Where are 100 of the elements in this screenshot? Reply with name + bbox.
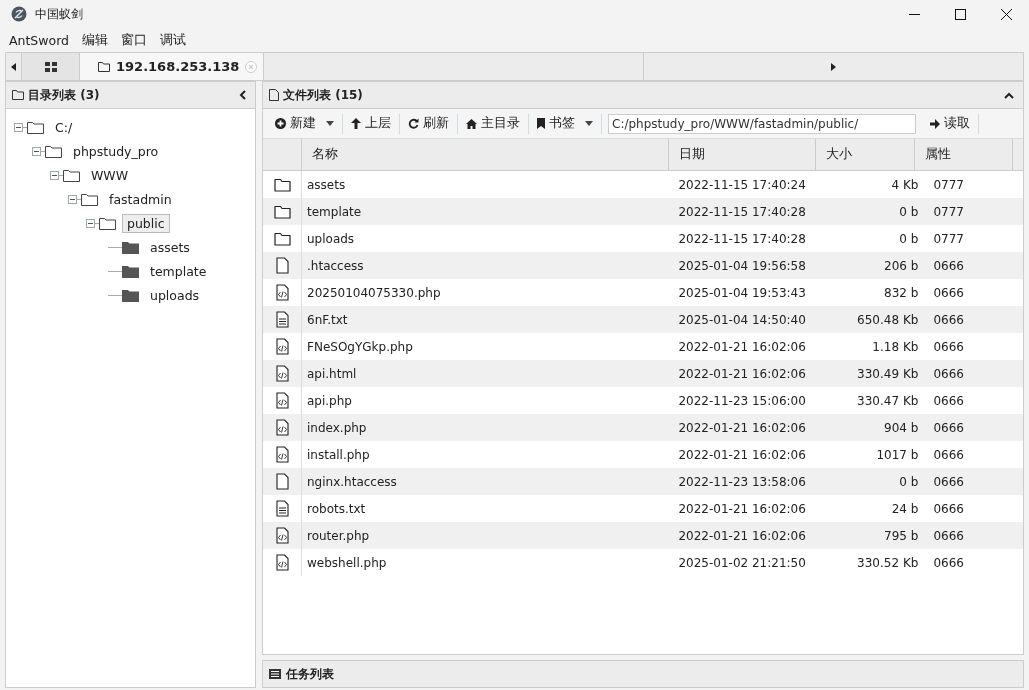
- plus-icon: [275, 118, 286, 129]
- date-cell-text: 2025-01-02 21:21:50: [677, 555, 807, 570]
- date-cell-text: 2022-01-21 16:02:06: [677, 501, 807, 516]
- collapse-toggle-icon[interactable]: [14, 122, 23, 132]
- arrow-up-icon: [351, 118, 361, 129]
- refresh-icon: [408, 118, 419, 129]
- folder-icon: [63, 168, 80, 182]
- menu-item[interactable]: 调试: [160, 31, 187, 49]
- tree-item[interactable]: WWW: [86, 165, 134, 185]
- toolbar-button[interactable]: 新建: [267, 115, 342, 132]
- date-cell-text: 2022-11-23 15:06:00: [677, 393, 807, 408]
- column-header[interactable]: 名称: [302, 139, 670, 170]
- collapse-left-icon[interactable]: [239, 90, 246, 100]
- date-cell-text: 2022-01-21 16:02:06: [677, 366, 807, 381]
- date-cell-text: 2025-01-04 19:56:58: [677, 258, 807, 273]
- home-icon: [466, 118, 477, 129]
- code-file-icon: [275, 419, 289, 436]
- file-name-cell[interactable]: FNeSOgYGkp.php: [302, 339, 675, 354]
- file-name-cell[interactable]: 20250104075330.php: [302, 285, 675, 300]
- file-name-cell[interactable]: index.php: [302, 420, 675, 435]
- file-name-cell[interactable]: template: [302, 204, 675, 219]
- tree-item[interactable]: uploads: [145, 285, 205, 305]
- tree-item[interactable]: fastadmin: [104, 189, 177, 209]
- folder-icon: [122, 240, 139, 254]
- text-file-icon: [275, 311, 289, 328]
- size-cell-text: 1.18 Kb: [871, 339, 920, 354]
- column-header[interactable]: 属性: [914, 139, 1013, 170]
- file-name-cell[interactable]: assets: [302, 177, 675, 192]
- date-cell-text: 2022-11-15 17:40:28: [677, 204, 807, 219]
- toolbar-button[interactable]: 上层: [343, 115, 399, 132]
- folder-icon: [273, 177, 291, 192]
- folder-icon: [122, 288, 139, 302]
- file-name-cell[interactable]: webshell.php: [302, 555, 675, 570]
- path-input-field[interactable]: C:/phpstudy_pro/WWW/fastadmin/public/: [608, 113, 916, 134]
- permission-cell-text: 0666: [932, 339, 965, 354]
- collapse-up-icon[interactable]: [1004, 91, 1014, 99]
- file-name-cell[interactable]: uploads: [302, 231, 675, 246]
- collapse-toggle-icon[interactable]: [86, 218, 95, 228]
- file-name-cell[interactable]: 6nF.txt: [302, 312, 675, 327]
- permission-cell-text: 0777: [932, 177, 965, 192]
- size-cell-text: 24 b: [890, 501, 920, 516]
- column-header[interactable]: 大小: [816, 139, 915, 170]
- column-header[interactable]: 日期: [669, 139, 817, 170]
- size-cell-text: 0 b: [898, 474, 920, 489]
- toolbar-button[interactable]: 刷新: [400, 115, 457, 132]
- size-cell-text: 330.52 Kb: [856, 555, 920, 570]
- toolbar-button[interactable]: 主目录: [458, 115, 528, 132]
- grid-icon: [44, 61, 57, 72]
- permission-cell-text: 0666: [932, 312, 965, 327]
- tree-item[interactable]: template: [145, 261, 212, 281]
- collapse-toggle-icon[interactable]: [32, 146, 41, 156]
- tree-item[interactable]: public: [122, 213, 170, 233]
- file-icon: [275, 473, 289, 490]
- caret-right-icon: [831, 62, 837, 71]
- code-file-icon: [275, 527, 289, 544]
- tree-item[interactable]: C:/: [50, 117, 78, 137]
- list-icon: [269, 669, 281, 679]
- size-cell-text: 904 b: [883, 420, 920, 435]
- bookmark-icon: [537, 118, 545, 129]
- size-cell-text: 206 b: [883, 258, 920, 273]
- tab[interactable]: [22, 53, 80, 80]
- menu-item[interactable]: AntSword: [9, 32, 70, 48]
- file-name-cell[interactable]: nginx.htaccess: [302, 474, 675, 489]
- size-cell-text: 650.48 Kb: [856, 312, 920, 327]
- date-cell-text: 2022-01-21 16:02:06: [677, 528, 807, 543]
- caret-left-icon: [11, 62, 16, 71]
- caret-icon[interactable]: [585, 121, 593, 126]
- file-name-cell[interactable]: robots.txt: [302, 501, 675, 516]
- read-button[interactable]: 读取: [922, 115, 978, 132]
- file-name-cell[interactable]: api.html: [302, 366, 675, 381]
- tree-item[interactable]: phpstudy_pro: [68, 141, 164, 161]
- date-cell-text: 2022-11-15 17:40:28: [677, 231, 807, 246]
- collapse-toggle-icon[interactable]: [50, 170, 59, 180]
- code-file-icon: [275, 392, 289, 409]
- file-name-cell[interactable]: router.php: [302, 528, 675, 543]
- folder-icon: [45, 144, 62, 158]
- file-name-cell[interactable]: api.php: [302, 393, 675, 408]
- tab[interactable]: 192.168.253.138: [80, 53, 265, 80]
- menu-item[interactable]: 窗口: [121, 31, 148, 49]
- panel-title: 目录列表 (3): [28, 86, 100, 104]
- size-cell-text: 795 b: [883, 528, 920, 543]
- permission-cell-text: 0666: [932, 366, 965, 381]
- permission-cell-text: 0666: [932, 501, 965, 516]
- date-cell-text: 2025-01-04 14:50:40: [677, 312, 807, 327]
- permission-cell-text: 0666: [932, 393, 965, 408]
- file-outline-icon: [269, 89, 279, 101]
- toolbar-button[interactable]: 书签: [529, 115, 601, 132]
- permission-cell-text: 0777: [932, 231, 965, 246]
- permission-cell-text: 0666: [932, 285, 965, 300]
- folder-icon: [273, 204, 291, 219]
- file-name-cell[interactable]: .htaccess: [302, 258, 675, 273]
- folder-outline-icon: [12, 90, 24, 100]
- menu-item[interactable]: 编辑: [82, 31, 109, 49]
- caret-icon[interactable]: [326, 121, 334, 126]
- folder-icon: [273, 231, 291, 246]
- tree-item[interactable]: assets: [145, 237, 195, 257]
- panel-title: 任务列表: [286, 665, 334, 683]
- file-name-cell[interactable]: install.php: [302, 447, 675, 462]
- collapse-toggle-icon[interactable]: [68, 194, 77, 204]
- size-cell-text: 0 b: [898, 231, 920, 246]
